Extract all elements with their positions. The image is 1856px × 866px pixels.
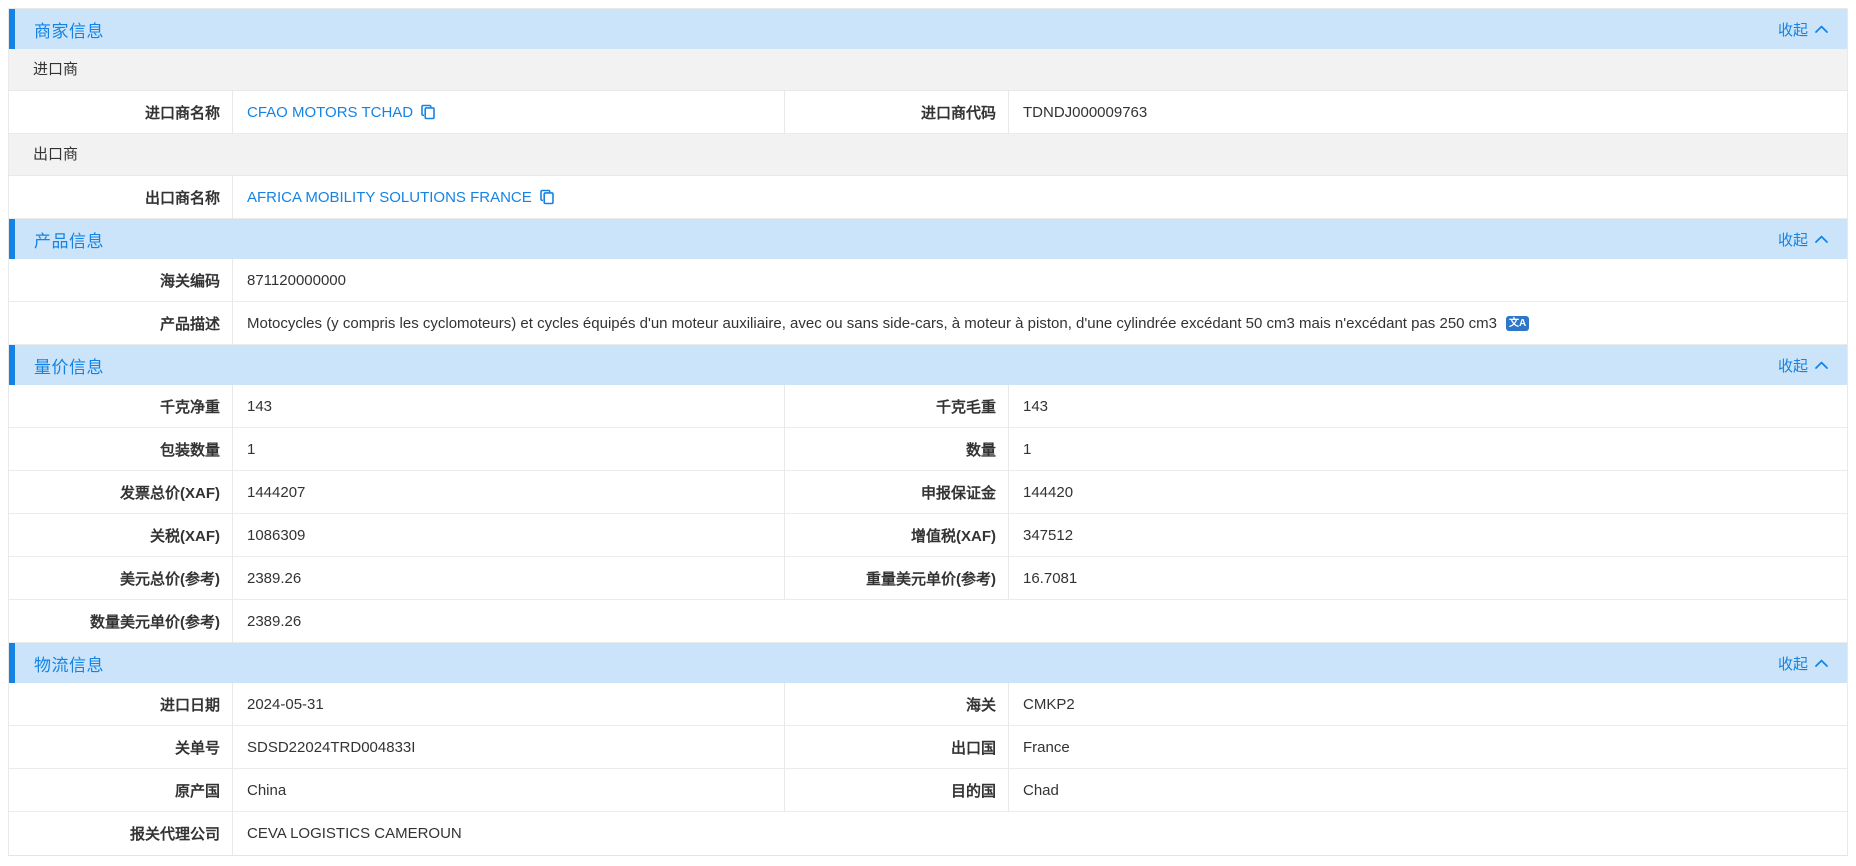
section-header-logistics: 物流信息 收起 <box>9 643 1847 683</box>
field-label-usd-unit-weight: 重量美元单价(参考) <box>785 557 1009 599</box>
collapse-button-merchant[interactable]: 收起 <box>1778 19 1847 40</box>
importer-name-link[interactable]: CFAO MOTORS TCHAD <box>247 104 413 121</box>
table-row-quantity: 包装数量 1 数量 1 <box>9 428 1847 471</box>
chevron-up-icon <box>1814 658 1829 668</box>
field-label-origin-country: 原产国 <box>9 769 233 811</box>
field-value-gross-weight: 143 <box>1009 385 1847 427</box>
field-value-usd-total: 2389.26 <box>233 557 785 599</box>
field-value-importer-code: TDNDJ000009763 <box>1009 91 1847 133</box>
field-value-net-weight: 143 <box>233 385 785 427</box>
field-value-customs-office: CMKP2 <box>1009 683 1847 725</box>
translate-icon[interactable]: 文A <box>1506 316 1529 331</box>
field-value-declared-deposit: 144420 <box>1009 471 1847 513</box>
table-row-duty: 关税(XAF) 1086309 增值税(XAF) 347512 <box>9 514 1847 557</box>
field-label-gross-weight: 千克毛重 <box>785 385 1009 427</box>
field-label-vat: 增值税(XAF) <box>785 514 1009 556</box>
field-value-usd-unit-qty: 2389.26 <box>233 600 1847 642</box>
field-value-destination-country: Chad <box>1009 769 1847 811</box>
field-label-description: 产品描述 <box>9 302 233 344</box>
section-header-product: 产品信息 收起 <box>9 219 1847 259</box>
field-label-destination-country: 目的国 <box>785 769 1009 811</box>
table-row-hs-code: 海关编码 871120000000 <box>9 259 1847 302</box>
field-label-customs-broker: 报关代理公司 <box>9 812 233 855</box>
field-label-importer-name: 进口商名称 <box>9 91 233 133</box>
field-label-invoice-total: 发票总价(XAF) <box>9 471 233 513</box>
field-label-customs-office: 海关 <box>785 683 1009 725</box>
field-label-exporter-name: 出口商名称 <box>9 176 233 218</box>
chevron-up-icon <box>1814 234 1829 244</box>
copy-icon[interactable] <box>420 104 436 120</box>
table-row-usd-total: 美元总价(参考) 2389.26 重量美元单价(参考) 16.7081 <box>9 557 1847 600</box>
chevron-up-icon <box>1814 360 1829 370</box>
field-label-package-qty: 包装数量 <box>9 428 233 470</box>
section-header-quantity-price: 量价信息 收起 <box>9 345 1847 385</box>
table-row-declaration-no: 关单号 SDSD22024TRD004833I 出口国 France <box>9 726 1847 769</box>
field-value-vat: 347512 <box>1009 514 1847 556</box>
collapse-label: 收起 <box>1778 19 1808 40</box>
field-value-qty: 1 <box>1009 428 1847 470</box>
table-row-description: 产品描述 Motocycles (y compris les cyclomote… <box>9 302 1847 345</box>
field-label-declaration-no: 关单号 <box>9 726 233 768</box>
field-value-package-qty: 1 <box>233 428 785 470</box>
field-value-import-date: 2024-05-31 <box>233 683 785 725</box>
collapse-button-logistics[interactable]: 收起 <box>1778 653 1847 674</box>
section-title-logistics: 物流信息 <box>15 651 104 676</box>
field-value-usd-unit-weight: 16.7081 <box>1009 557 1847 599</box>
table-row-import-date: 进口日期 2024-05-31 海关 CMKP2 <box>9 683 1847 726</box>
field-label-customs-duty: 关税(XAF) <box>9 514 233 556</box>
section-header-merchant: 商家信息 收起 <box>9 9 1847 49</box>
field-label-declared-deposit: 申报保证金 <box>785 471 1009 513</box>
field-label-hs-code: 海关编码 <box>9 259 233 301</box>
field-label-importer-code: 进口商代码 <box>785 91 1009 133</box>
field-value-exporter-name: AFRICA MOBILITY SOLUTIONS FRANCE <box>233 176 1847 218</box>
field-label-usd-unit-qty: 数量美元单价(参考) <box>9 600 233 642</box>
table-row-origin-country: 原产国 China 目的国 Chad <box>9 769 1847 812</box>
trade-record-detail: 商家信息 收起 进口商 进口商名称 CFAO MOTORS TCHAD 进口商代… <box>8 8 1848 856</box>
collapse-label: 收起 <box>1778 229 1808 250</box>
field-value-customs-broker: CEVA LOGISTICS CAMEROUN <box>233 812 1847 855</box>
chevron-up-icon <box>1814 24 1829 34</box>
section-title-product: 产品信息 <box>15 227 104 252</box>
copy-icon[interactable] <box>539 189 555 205</box>
subheader-exporter: 出口商 <box>9 134 1847 176</box>
collapse-label: 收起 <box>1778 653 1808 674</box>
table-row-customs-broker: 报关代理公司 CEVA LOGISTICS CAMEROUN <box>9 812 1847 855</box>
table-row-invoice-total: 发票总价(XAF) 1444207 申报保证金 144420 <box>9 471 1847 514</box>
collapse-label: 收起 <box>1778 355 1808 376</box>
field-label-qty: 数量 <box>785 428 1009 470</box>
table-row-usd-unit-qty: 数量美元单价(参考) 2389.26 <box>9 600 1847 643</box>
field-value-declaration-no: SDSD22024TRD004833I <box>233 726 785 768</box>
field-label-net-weight: 千克净重 <box>9 385 233 427</box>
exporter-name-link[interactable]: AFRICA MOBILITY SOLUTIONS FRANCE <box>247 189 532 206</box>
field-value-export-country: France <box>1009 726 1847 768</box>
table-row-weight: 千克净重 143 千克毛重 143 <box>9 385 1847 428</box>
field-label-usd-total: 美元总价(参考) <box>9 557 233 599</box>
field-value-importer-name: CFAO MOTORS TCHAD <box>233 91 785 133</box>
table-row-importer: 进口商名称 CFAO MOTORS TCHAD 进口商代码 TDNDJ00000… <box>9 91 1847 134</box>
table-row-exporter: 出口商名称 AFRICA MOBILITY SOLUTIONS FRANCE <box>9 176 1847 219</box>
collapse-button-quantity-price[interactable]: 收起 <box>1778 355 1847 376</box>
field-label-export-country: 出口国 <box>785 726 1009 768</box>
field-value-customs-duty: 1086309 <box>233 514 785 556</box>
field-value-description: Motocycles (y compris les cyclomoteurs) … <box>233 302 1847 344</box>
section-title-quantity-price: 量价信息 <box>15 353 104 378</box>
section-title-merchant: 商家信息 <box>15 17 104 42</box>
collapse-button-product[interactable]: 收起 <box>1778 229 1847 250</box>
field-value-invoice-total: 1444207 <box>233 471 785 513</box>
field-label-import-date: 进口日期 <box>9 683 233 725</box>
product-description-text: Motocycles (y compris les cyclomoteurs) … <box>247 315 1497 332</box>
subheader-importer: 进口商 <box>9 49 1847 91</box>
field-value-origin-country: China <box>233 769 785 811</box>
field-value-hs-code: 871120000000 <box>233 259 1847 301</box>
